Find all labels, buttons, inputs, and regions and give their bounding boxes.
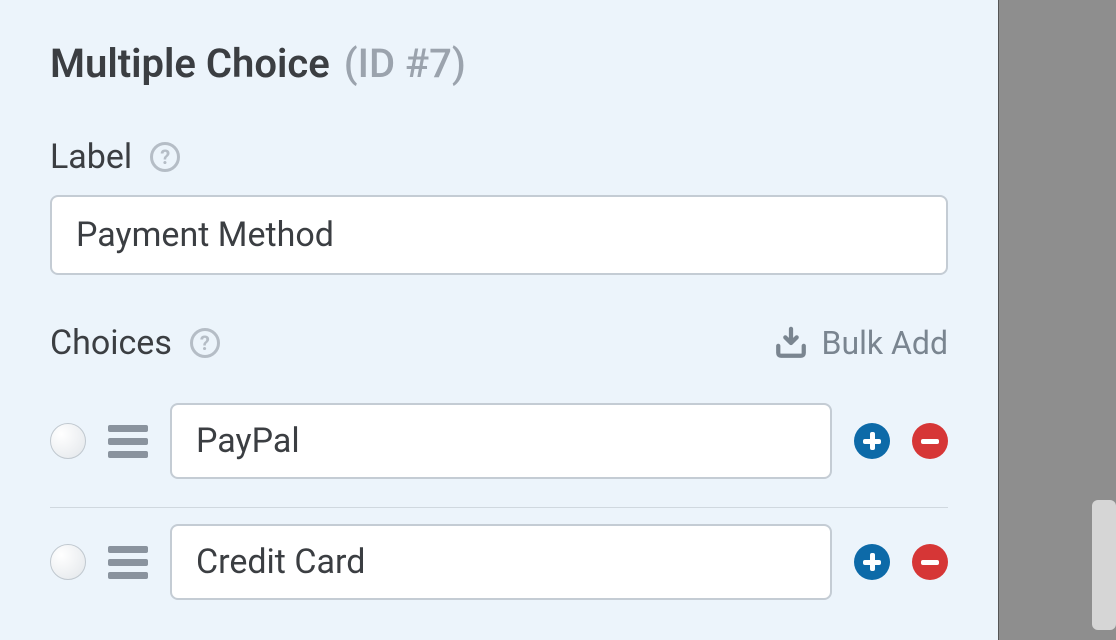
scrollbar-track[interactable] bbox=[998, 0, 1116, 640]
radio-default-toggle[interactable] bbox=[50, 544, 86, 580]
choices-header: Choices ? Bulk Add bbox=[50, 323, 948, 363]
choice-input[interactable] bbox=[170, 524, 832, 600]
panel-heading: Multiple Choice (ID #7) bbox=[50, 40, 948, 87]
bulk-add-button[interactable]: Bulk Add bbox=[774, 324, 948, 362]
remove-choice-button[interactable] bbox=[912, 423, 948, 459]
download-icon bbox=[774, 326, 808, 360]
choice-input[interactable] bbox=[170, 403, 832, 479]
scrollbar-thumb[interactable] bbox=[1092, 500, 1116, 630]
field-editor-panel: Multiple Choice (ID #7) Label ? Choices … bbox=[0, 0, 998, 640]
field-id-suffix: (ID #7) bbox=[344, 40, 466, 87]
radio-default-toggle[interactable] bbox=[50, 423, 86, 459]
drag-handle-icon[interactable] bbox=[108, 546, 148, 579]
add-choice-button[interactable] bbox=[854, 423, 890, 459]
choice-row bbox=[50, 508, 948, 628]
bulk-add-label: Bulk Add bbox=[822, 324, 948, 362]
label-input[interactable] bbox=[50, 195, 948, 275]
add-choice-button[interactable] bbox=[854, 544, 890, 580]
label-title: Label bbox=[50, 137, 132, 177]
field-type-title: Multiple Choice bbox=[50, 40, 330, 87]
drag-handle-icon[interactable] bbox=[108, 425, 148, 458]
remove-choice-button[interactable] bbox=[912, 544, 948, 580]
help-icon[interactable]: ? bbox=[150, 142, 180, 172]
choice-row bbox=[50, 387, 948, 508]
choices-title: Choices bbox=[50, 323, 172, 363]
label-section: Label ? bbox=[50, 137, 948, 275]
help-icon[interactable]: ? bbox=[190, 328, 220, 358]
